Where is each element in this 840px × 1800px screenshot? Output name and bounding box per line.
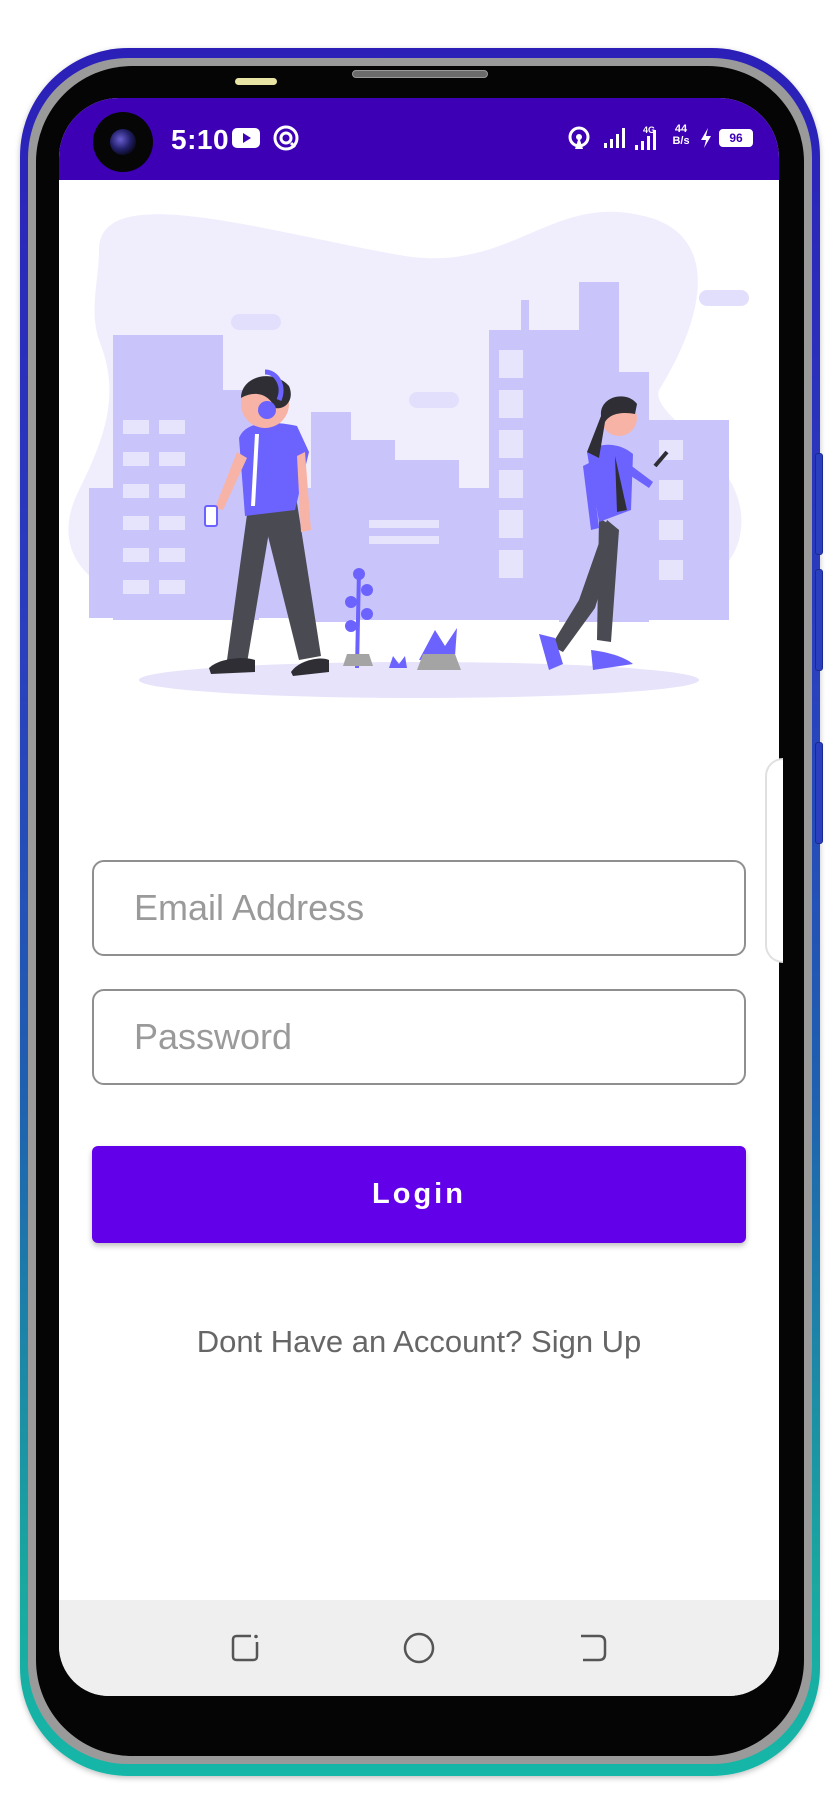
power-button: [815, 742, 823, 844]
recent-apps-icon[interactable]: [225, 1628, 265, 1668]
status-bar: 5:10 4G 44 B/s 96: [59, 98, 779, 180]
charging-icon: [697, 122, 715, 154]
status-time: 5:10: [171, 124, 230, 155]
back-icon[interactable]: [573, 1628, 613, 1668]
app-notification-icon: [271, 122, 301, 154]
battery-level: 96: [729, 131, 743, 145]
password-field[interactable]: [92, 989, 746, 1085]
earpiece: [352, 70, 488, 78]
front-camera-icon: [93, 112, 153, 172]
youtube-icon: [231, 122, 261, 154]
edge-panel-handle[interactable]: [765, 758, 783, 963]
net-speed-unit: B/s: [672, 135, 690, 147]
net-speed: 44 B/s: [666, 123, 696, 147]
login-button[interactable]: Login: [92, 1146, 746, 1243]
password-input[interactable]: [94, 991, 744, 1083]
email-input[interactable]: [94, 862, 744, 954]
device-canvas: 5:10 4G 44 B/s 96 Email Address Login Do…: [0, 0, 840, 1800]
signup-link[interactable]: Dont Have an Account? Sign Up: [92, 1324, 746, 1360]
battery-icon: 96: [719, 129, 753, 147]
signal-icon: [602, 122, 630, 154]
volume-up-button: [815, 453, 823, 555]
signal-4g-icon: 4G: [634, 122, 662, 154]
email-field[interactable]: [92, 860, 746, 956]
navigation-bar: [59, 1600, 779, 1696]
hotspot-icon: [564, 122, 594, 154]
hero-illustration: [68, 211, 749, 698]
volume-down-button: [815, 569, 823, 671]
screen: 5:10 4G 44 B/s 96 Email Address Login Do…: [59, 98, 779, 1696]
home-icon[interactable]: [399, 1628, 439, 1668]
proximity-sensor: [235, 78, 277, 85]
net-speed-value: 44: [674, 123, 688, 135]
